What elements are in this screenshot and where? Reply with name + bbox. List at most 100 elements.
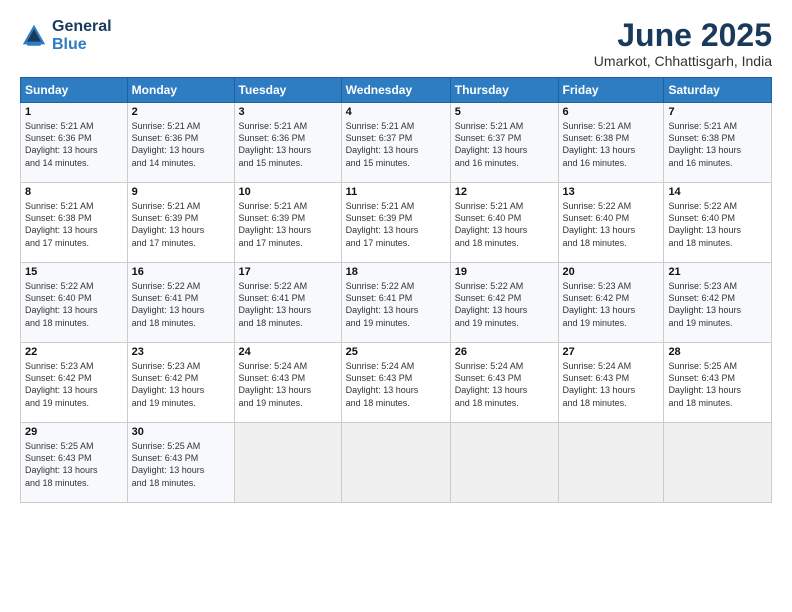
calendar-cell: 23 Sunrise: 5:23 AM Sunset: 6:42 PM Dayli… <box>127 343 234 423</box>
calendar-cell: 13 Sunrise: 5:22 AM Sunset: 6:40 PM Dayli… <box>558 183 664 263</box>
day-number: 21 <box>668 266 767 278</box>
day-info: Sunrise: 5:22 AM Sunset: 6:41 PM Dayligh… <box>346 280 446 329</box>
calendar-cell: 25 Sunrise: 5:24 AM Sunset: 6:43 PM Dayli… <box>341 343 450 423</box>
calendar-cell: 26 Sunrise: 5:24 AM Sunset: 6:43 PM Dayli… <box>450 343 558 423</box>
calendar-week-1: 1 Sunrise: 5:21 AM Sunset: 6:36 PM Daylig… <box>21 103 772 183</box>
calendar-cell: 28Sunrise: 5:25 AM Sunset: 6:43 PM Dayli… <box>664 343 772 423</box>
day-info: Sunrise: 5:22 AM Sunset: 6:40 PM Dayligh… <box>563 200 660 249</box>
calendar-cell: 1 Sunrise: 5:21 AM Sunset: 6:36 PM Daylig… <box>21 103 128 183</box>
day-info: Sunrise: 5:21 AM Sunset: 6:38 PM Dayligh… <box>25 200 123 249</box>
day-info: Sunrise: 5:24 AM Sunset: 6:43 PM Dayligh… <box>346 360 446 409</box>
col-header-thursday: Thursday <box>450 78 558 103</box>
day-info: Sunrise: 5:24 AM Sunset: 6:43 PM Dayligh… <box>563 360 660 409</box>
calendar: SundayMondayTuesdayWednesdayThursdayFrid… <box>20 77 772 503</box>
calendar-cell: 10Sunrise: 5:21 AM Sunset: 6:39 PM Dayli… <box>234 183 341 263</box>
col-header-saturday: Saturday <box>664 78 772 103</box>
title-block: June 2025 Umarkot, Chhattisgarh, India <box>594 18 772 69</box>
day-info: Sunrise: 5:25 AM Sunset: 6:43 PM Dayligh… <box>668 360 767 409</box>
calendar-cell: 2 Sunrise: 5:21 AM Sunset: 6:36 PM Daylig… <box>127 103 234 183</box>
calendar-cell: 16 Sunrise: 5:22 AM Sunset: 6:41 PM Dayli… <box>127 263 234 343</box>
day-number: 5 <box>455 106 554 118</box>
day-number: 12 <box>455 186 554 198</box>
day-number: 24 <box>239 346 337 358</box>
day-info: Sunrise: 5:21 AM Sunset: 6:36 PM Dayligh… <box>25 120 123 169</box>
day-info: Sunrise: 5:24 AM Sunset: 6:43 PM Dayligh… <box>455 360 554 409</box>
col-header-monday: Monday <box>127 78 234 103</box>
calendar-header-row: SundayMondayTuesdayWednesdayThursdayFrid… <box>21 78 772 103</box>
calendar-week-4: 22 Sunrise: 5:23 AM Sunset: 6:42 PM Dayli… <box>21 343 772 423</box>
day-info: Sunrise: 5:24 AM Sunset: 6:43 PM Dayligh… <box>239 360 337 409</box>
day-info: Sunrise: 5:21 AM Sunset: 6:37 PM Dayligh… <box>455 120 554 169</box>
day-number: 1 <box>25 106 123 118</box>
day-info: Sunrise: 5:21 AM Sunset: 6:38 PM Dayligh… <box>668 120 767 169</box>
day-info: Sunrise: 5:21 AM Sunset: 6:37 PM Dayligh… <box>346 120 446 169</box>
day-number: 11 <box>346 186 446 198</box>
day-number: 27 <box>563 346 660 358</box>
col-header-wednesday: Wednesday <box>341 78 450 103</box>
logo-icon <box>20 22 48 50</box>
calendar-week-3: 15 Sunrise: 5:22 AM Sunset: 6:40 PM Dayli… <box>21 263 772 343</box>
day-info: Sunrise: 5:22 AM Sunset: 6:40 PM Dayligh… <box>668 200 767 249</box>
day-info: Sunrise: 5:22 AM Sunset: 6:40 PM Dayligh… <box>25 280 123 329</box>
calendar-cell: 18 Sunrise: 5:22 AM Sunset: 6:41 PM Dayli… <box>341 263 450 343</box>
day-info: Sunrise: 5:21 AM Sunset: 6:36 PM Dayligh… <box>132 120 230 169</box>
day-number: 25 <box>346 346 446 358</box>
day-number: 15 <box>25 266 123 278</box>
calendar-cell: 19Sunrise: 5:22 AM Sunset: 6:42 PM Dayli… <box>450 263 558 343</box>
page: General Blue June 2025 Umarkot, Chhattis… <box>0 0 792 612</box>
calendar-cell: 8 Sunrise: 5:21 AM Sunset: 6:38 PM Daylig… <box>21 183 128 263</box>
day-number: 18 <box>346 266 446 278</box>
day-number: 3 <box>239 106 337 118</box>
day-number: 13 <box>563 186 660 198</box>
col-header-friday: Friday <box>558 78 664 103</box>
day-info: Sunrise: 5:21 AM Sunset: 6:36 PM Dayligh… <box>239 120 337 169</box>
day-number: 23 <box>132 346 230 358</box>
calendar-cell: 3 Sunrise: 5:21 AM Sunset: 6:36 PM Daylig… <box>234 103 341 183</box>
main-title: June 2025 <box>594 18 772 53</box>
day-number: 2 <box>132 106 230 118</box>
day-number: 6 <box>563 106 660 118</box>
calendar-cell: 27 Sunrise: 5:24 AM Sunset: 6:43 PM Dayli… <box>558 343 664 423</box>
day-info: Sunrise: 5:21 AM Sunset: 6:40 PM Dayligh… <box>455 200 554 249</box>
calendar-cell <box>234 423 341 503</box>
calendar-cell <box>450 423 558 503</box>
header: General Blue June 2025 Umarkot, Chhattis… <box>20 18 772 69</box>
calendar-cell: 5 Sunrise: 5:21 AM Sunset: 6:37 PM Daylig… <box>450 103 558 183</box>
calendar-cell: 17 Sunrise: 5:22 AM Sunset: 6:41 PM Dayli… <box>234 263 341 343</box>
day-info: Sunrise: 5:21 AM Sunset: 6:39 PM Dayligh… <box>132 200 230 249</box>
logo: General Blue <box>20 18 112 53</box>
day-info: Sunrise: 5:25 AM Sunset: 6:43 PM Dayligh… <box>132 440 230 489</box>
day-info: Sunrise: 5:21 AM Sunset: 6:39 PM Dayligh… <box>346 200 446 249</box>
calendar-cell <box>341 423 450 503</box>
day-number: 30 <box>132 426 230 438</box>
calendar-cell <box>664 423 772 503</box>
day-info: Sunrise: 5:23 AM Sunset: 6:42 PM Dayligh… <box>132 360 230 409</box>
day-info: Sunrise: 5:22 AM Sunset: 6:42 PM Dayligh… <box>455 280 554 329</box>
calendar-cell: 21Sunrise: 5:23 AM Sunset: 6:42 PM Dayli… <box>664 263 772 343</box>
day-number: 17 <box>239 266 337 278</box>
calendar-cell: 22 Sunrise: 5:23 AM Sunset: 6:42 PM Dayli… <box>21 343 128 423</box>
calendar-cell: 24 Sunrise: 5:24 AM Sunset: 6:43 PM Dayli… <box>234 343 341 423</box>
day-info: Sunrise: 5:22 AM Sunset: 6:41 PM Dayligh… <box>132 280 230 329</box>
day-info: Sunrise: 5:23 AM Sunset: 6:42 PM Dayligh… <box>25 360 123 409</box>
col-header-tuesday: Tuesday <box>234 78 341 103</box>
day-number: 16 <box>132 266 230 278</box>
day-number: 20 <box>563 266 660 278</box>
calendar-cell: 9Sunrise: 5:21 AM Sunset: 6:39 PM Daylig… <box>127 183 234 263</box>
day-number: 8 <box>25 186 123 198</box>
day-info: Sunrise: 5:22 AM Sunset: 6:41 PM Dayligh… <box>239 280 337 329</box>
day-number: 14 <box>668 186 767 198</box>
day-info: Sunrise: 5:21 AM Sunset: 6:39 PM Dayligh… <box>239 200 337 249</box>
day-number: 4 <box>346 106 446 118</box>
calendar-cell: 7Sunrise: 5:21 AM Sunset: 6:38 PM Daylig… <box>664 103 772 183</box>
logo-text: General Blue <box>52 18 112 53</box>
calendar-cell: 30 Sunrise: 5:25 AM Sunset: 6:43 PM Dayli… <box>127 423 234 503</box>
day-info: Sunrise: 5:25 AM Sunset: 6:43 PM Dayligh… <box>25 440 123 489</box>
col-header-sunday: Sunday <box>21 78 128 103</box>
calendar-cell: 15 Sunrise: 5:22 AM Sunset: 6:40 PM Dayli… <box>21 263 128 343</box>
calendar-week-5: 29Sunrise: 5:25 AM Sunset: 6:43 PM Dayli… <box>21 423 772 503</box>
calendar-cell: 12 Sunrise: 5:21 AM Sunset: 6:40 PM Dayli… <box>450 183 558 263</box>
calendar-cell: 4 Sunrise: 5:21 AM Sunset: 6:37 PM Daylig… <box>341 103 450 183</box>
day-number: 26 <box>455 346 554 358</box>
day-number: 22 <box>25 346 123 358</box>
